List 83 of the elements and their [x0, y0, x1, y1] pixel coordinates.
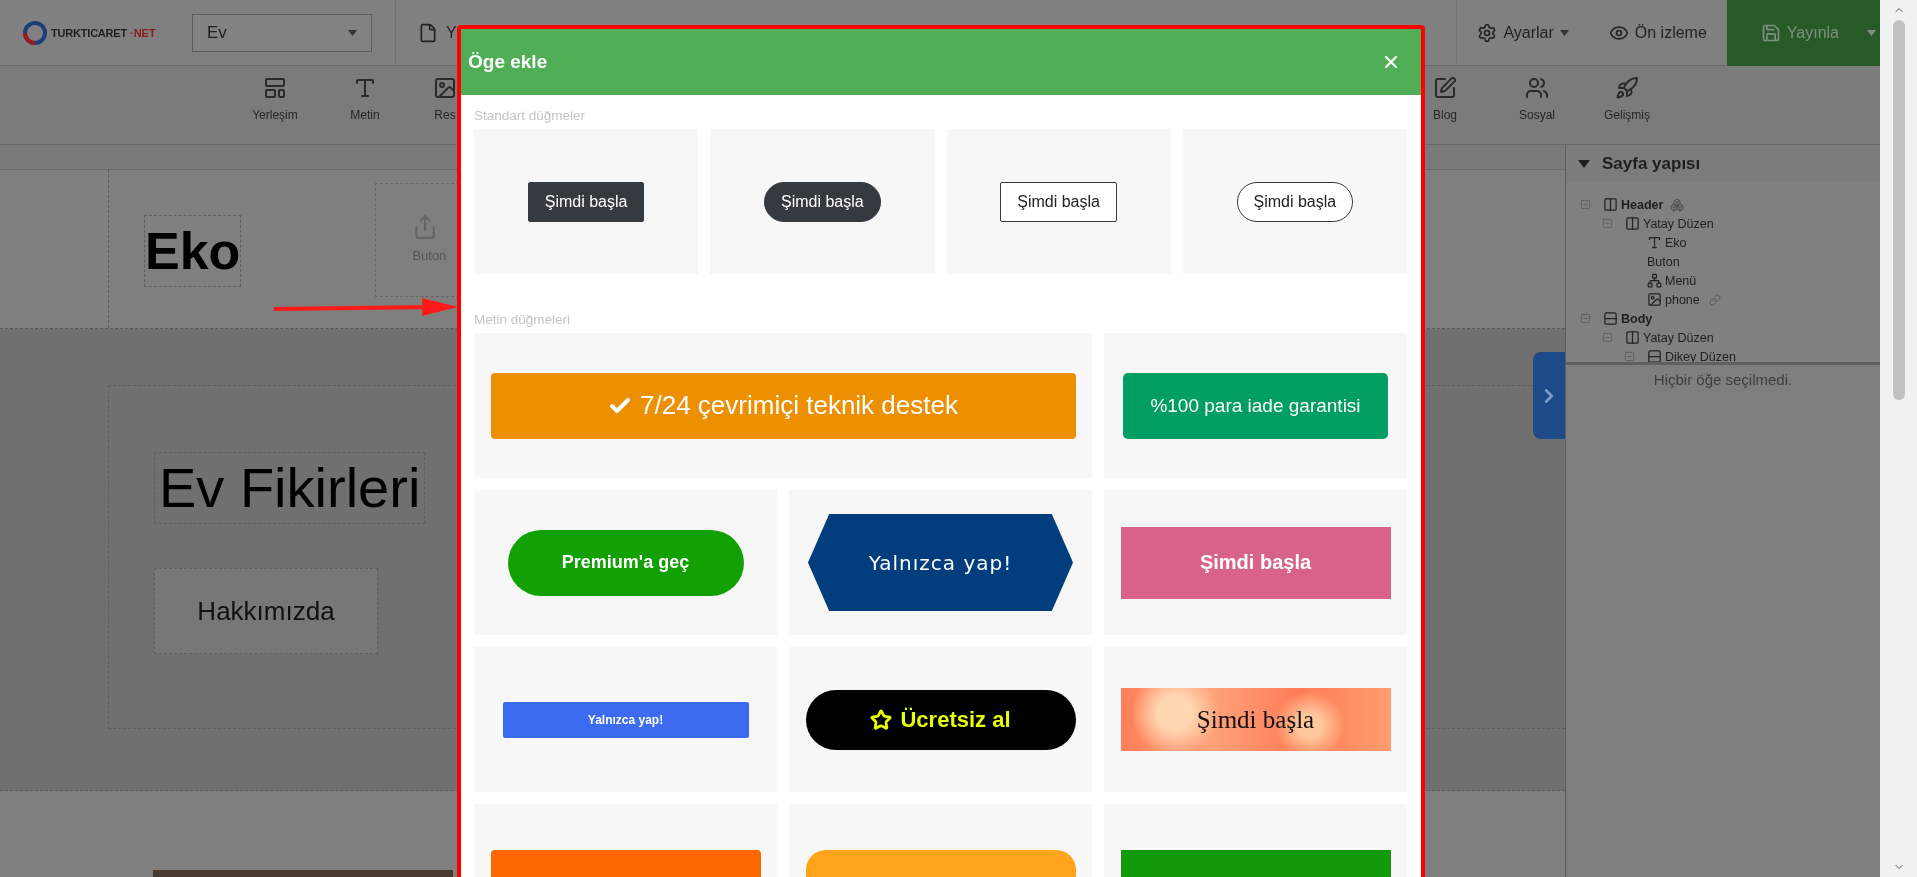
sitemap-icon: [1647, 273, 1662, 288]
sample-button[interactable]: Yalnızca yap!: [502, 701, 749, 738]
page-button[interactable]: Y: [418, 22, 457, 43]
caret-icon: [1867, 29, 1876, 36]
page-select[interactable]: Ev: [192, 13, 372, 52]
layout-icon: [263, 76, 287, 100]
publish-button[interactable]: Yayınla: [1726, 0, 1880, 66]
sample-button[interactable]: Şimdi başla: [1120, 526, 1391, 599]
option-card[interactable]: Şimdi başla: [1104, 490, 1407, 635]
hero-title[interactable]: Ev Fikirleri: [154, 452, 426, 524]
preview-button[interactable]: Ön izleme: [1588, 0, 1727, 66]
option-card[interactable]: Şimdi başla: [1104, 647, 1407, 792]
hexagon-button[interactable]: Yalnızca yap!: [808, 514, 1073, 611]
sample-button[interactable]: Şimdi başla: [1000, 181, 1117, 222]
option-card[interactable]: Şimdi başla: [474, 129, 699, 274]
collapse-icon[interactable]: [1602, 332, 1613, 343]
scrollbar[interactable]: [1880, 0, 1917, 877]
sample-button[interactable]: Şimdi başla: [764, 181, 881, 222]
empty-note: Hiçbir öğe seçilmedi.: [1652, 370, 1794, 388]
people-icon: [1525, 76, 1549, 100]
option-card[interactable]: Premium'a geç: [474, 490, 777, 635]
columns-icon: [1603, 197, 1618, 212]
sample-button[interactable]: Ücretsiz al: [805, 689, 1076, 750]
logo-icon: [22, 19, 48, 46]
logo-text: ·NET: [130, 26, 156, 39]
collapse-icon[interactable]: [1580, 199, 1591, 210]
sample-button[interactable]: 7/24 çevrimiçi teknik destek: [490, 372, 1076, 439]
section-label: Metin düğmeleri: [474, 312, 572, 327]
option-card[interactable]: Yalnızca yap!: [789, 490, 1092, 635]
caret-icon: [348, 29, 357, 36]
collapse-icon[interactable]: [1580, 313, 1591, 324]
file-icon: [418, 22, 438, 43]
option-card[interactable]: Şimdi başla: [710, 129, 935, 274]
option-card[interactable]: 7/24 çevrimiçi teknik destek: [474, 333, 1092, 478]
tree-item[interactable]: Yatay Düzen: [1643, 330, 1714, 345]
collapse-icon[interactable]: [1624, 351, 1635, 362]
tree-item[interactable]: phone: [1665, 292, 1700, 307]
columns-icon: [1625, 330, 1640, 345]
image-icon: [1647, 292, 1662, 307]
option-card[interactable]: Yalnızca yap!: [474, 647, 777, 792]
rows-icon: [1603, 311, 1618, 326]
hero-button[interactable]: Hakkımızda: [154, 568, 378, 654]
dialog-title: Öge ekle: [468, 51, 548, 73]
letter-icon: [1647, 235, 1662, 250]
settings-icon: [1477, 22, 1498, 43]
toolbar-button[interactable]: Gelişmiş: [1592, 76, 1662, 122]
tree-item[interactable]: Yatay Düzen: [1643, 216, 1714, 231]
toolbar-button[interactable]: Yerleşim: [240, 76, 310, 122]
star-icon: [870, 708, 893, 731]
settings-button[interactable]: Ayarlar: [1457, 0, 1589, 66]
pen-square-icon: [1433, 76, 1457, 100]
rocket-icon: [1615, 76, 1639, 100]
caret-icon: [1559, 29, 1569, 36]
columns-icon: [1625, 216, 1640, 231]
tree-item[interactable]: Eko: [1665, 235, 1687, 250]
rows-icon: [1647, 349, 1662, 362]
option-card[interactable]: Şimdi başla: [1182, 129, 1407, 274]
option-card[interactable]: Şimdi başla: [946, 129, 1171, 274]
tree-item[interactable]: Header: [1621, 197, 1664, 212]
collapse-icon[interactable]: [1602, 218, 1613, 229]
marble-button[interactable]: Şimdi başla: [1120, 688, 1391, 751]
toolbar-button[interactable]: Sosyal: [1502, 76, 1572, 122]
panel-toggle-button[interactable]: [1533, 352, 1565, 439]
toolbar-button[interactable]: Blog: [1410, 76, 1480, 122]
tree-item[interactable]: Body: [1621, 311, 1653, 326]
scroll-thumb[interactable]: [1892, 20, 1905, 400]
section-label: Standart düğmeler: [474, 108, 587, 123]
sample-button[interactable]: Şimdi başla: [1236, 181, 1354, 222]
option-card[interactable]: Ücretsiz al: [789, 647, 1092, 792]
tree-item[interactable]: Menü: [1665, 273, 1697, 288]
option-card[interactable]: %100 para iade garantisi: [1104, 333, 1407, 478]
tree-item[interactable]: Buton: [1647, 254, 1680, 269]
panel-title: Sayfa yapısı: [1602, 154, 1701, 174]
toolbar-button[interactable]: Metin: [330, 76, 400, 122]
caret-icon[interactable]: [1578, 160, 1590, 168]
sample-button[interactable]: Şimdi başla: [527, 181, 645, 222]
letter-icon: [353, 76, 377, 100]
image-icon: [433, 76, 457, 100]
save-icon: [1760, 22, 1781, 43]
sample-button[interactable]: Premium'a geç: [507, 529, 744, 596]
logo-text-element[interactable]: Eko: [144, 215, 242, 287]
logo-text: TURKTICARET: [51, 26, 127, 39]
sample-button[interactable]: %100 para iade garantisi: [1123, 372, 1388, 439]
